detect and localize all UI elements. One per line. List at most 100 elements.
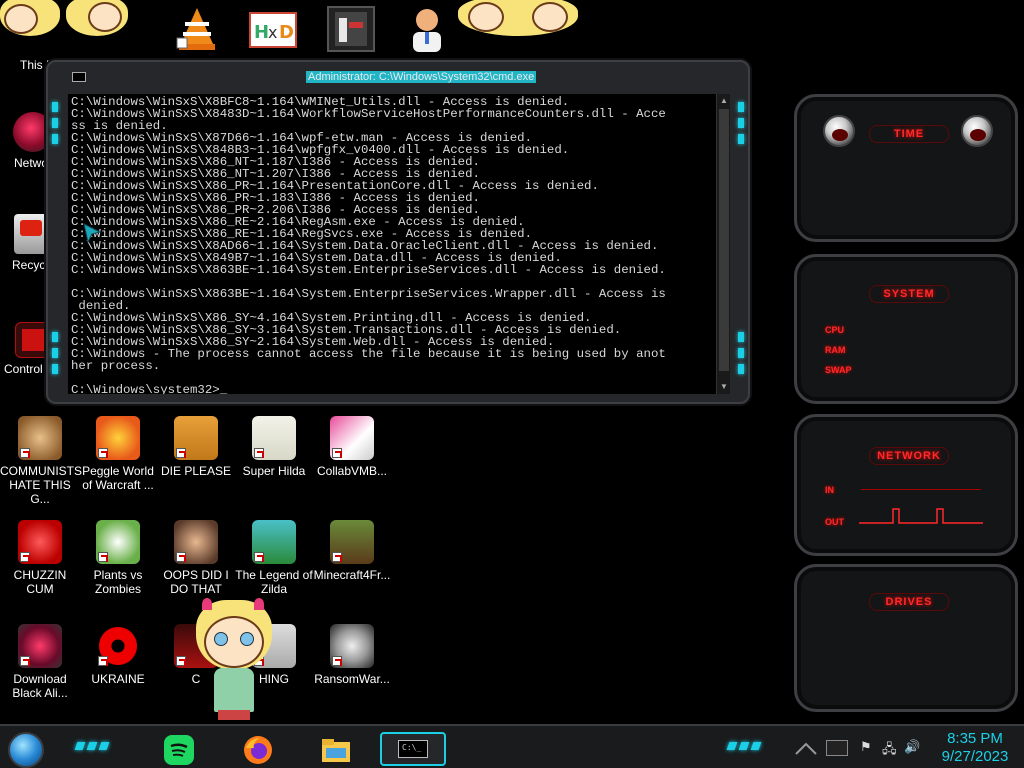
start-button[interactable] [8,732,44,768]
desktop-icon[interactable]: UKRAINE [78,624,158,686]
money-bag-icon [18,416,62,460]
shortcut-arrow-icon [98,656,108,666]
network-in-graph [861,489,981,490]
skull-ransomware-icon [330,624,374,668]
cmd-window[interactable]: Administrator: C:\Windows\System32\cmd.e… [46,60,750,404]
mouse-cursor-icon [83,223,102,244]
portrait-icon [174,520,218,564]
shortcut-arrow-icon [254,552,264,562]
swap-label: SWAP [825,365,852,375]
frame-light [738,364,744,374]
shortcut-arrow-icon [98,448,108,458]
chuzzle-icon [18,520,62,564]
network-tray-icon[interactable]: 🖧 [882,740,897,762]
shortcut-arrow-icon [332,656,342,666]
frame-light [52,102,58,112]
desktop-icon[interactable]: OOPS DID I DO THAT [156,520,236,596]
spotify-icon[interactable] [163,734,195,766]
gadget-system-title: SYSTEM [869,285,949,303]
gadget-system[interactable]: SYSTEM CPU RAM SWAP [794,254,1018,404]
desktop-icon-label: RansomWar... [314,672,390,686]
shortcut-arrow-icon [332,448,342,458]
taskbar-cmd-button[interactable]: C:\_ [380,732,446,766]
console-line: C:\Windows - The process cannot access t… [71,347,666,361]
file-explorer-icon[interactable] [320,734,352,766]
taskbar: C:\_ ⚑ 🖧 🔊 8:35 PM 9/27/2023 [0,724,1024,768]
desktop-icon[interactable]: The Legend of Zilda [234,520,314,596]
shortcut-arrow-icon [98,552,108,562]
desktop: This PC HxD Netwo Recycle Control Admini… [0,0,1024,768]
firefox-icon[interactable] [242,734,274,766]
gadget-network-title: NETWORK [869,447,949,465]
gadget-drives[interactable]: DRIVES [794,564,1018,712]
recycle-bin-icon [14,214,48,254]
taskbar-clock[interactable]: 8:35 PM 9/27/2023 [930,730,1020,766]
desktop-icon[interactable]: COMMUNISTS HATE THIS G... [0,416,82,506]
shortcut-arrow-icon [176,552,186,562]
console-line: C:\Windows\system32>_ [71,383,228,394]
frame-light [738,118,744,128]
desktop-icon[interactable]: DIE PLEASE [156,416,236,478]
shortcut-arrow-icon [176,448,186,458]
flag-tray-icon[interactable]: ⚑ [860,740,872,755]
console-line: C:\Windows\WinSxS\X863BE~1.164\System.En… [71,287,666,301]
ram-label: RAM [825,345,846,355]
cmd-titlebar[interactable]: Administrator: C:\Windows\System32\cmd.e… [68,68,728,86]
desktop-icon-label: Minecraft4Fr... [313,568,391,582]
desktop-icon[interactable]: Super Hilda [234,416,314,478]
gadget-network[interactable]: NETWORK IN OUT [794,414,1018,556]
shortcut-arrow-icon [332,552,342,562]
desktop-icon[interactable]: CollabVMB... [312,416,392,478]
console-scrollbar[interactable]: ▲ ▼ [716,94,730,394]
cmd-window-title: Administrator: C:\Windows\System32\cmd.e… [306,71,537,83]
desktop-icon-label: CHUZZIN CUM [13,568,67,596]
console-output[interactable]: C:\Windows\WinSxS\X8BFC8~1.164\WMINet_Ut… [68,94,716,394]
vlc-icon[interactable] [173,4,221,52]
taskbar-light [86,742,98,750]
plants-vs-zombies-icon [96,520,140,564]
desktop-icon[interactable]: Peggle World of Warcraft ... [78,416,158,492]
desktop-icon-label: OOPS DID I DO THAT [163,568,229,596]
frame-light [52,348,58,358]
scroll-down-arrow-icon[interactable]: ▼ [719,382,729,392]
shortcut-arrow-icon [20,552,30,562]
frame-light [52,118,58,128]
console-line: C:\Windows\WinSxS\X863BE~1.164\System.En… [71,263,666,277]
gadget-time[interactable]: TIME [794,94,1018,242]
cmd-window-icon[interactable] [72,72,86,82]
clock-date: 9/27/2023 [941,748,1009,765]
clock-time: 8:35 PM [947,730,1003,747]
star-character-sticker [188,598,280,722]
star-sticker-icon-3 [458,0,578,52]
alien-logo-icon [823,115,855,147]
desktop-icon[interactable]: RansomWar... [312,624,392,686]
svg-text:x: x [268,23,277,42]
volume-tray-icon[interactable]: 🔊 [904,740,920,755]
console-line: her process. [71,359,161,373]
desktop-icon[interactable]: Download Black Ali... [0,624,80,700]
desktop-icon-label: CollabVMB... [316,464,388,478]
taskbar-light [726,742,738,750]
star-sticker-icon-2 [66,0,128,54]
scroll-thumb[interactable] [719,109,729,371]
scroll-up-arrow-icon[interactable]: ▲ [719,96,729,106]
desktop-icon[interactable]: Minecraft4Fr... [312,520,392,582]
frame-light [738,348,744,358]
desktop-icon[interactable]: Plants vs Zombies [78,520,158,596]
desktop-icon-label: COMMUNISTS HATE THIS G... [0,464,82,506]
desktop-icon[interactable]: CHUZZIN CUM [0,520,80,596]
shortcut-arrow-icon [254,448,264,458]
hxd-icon[interactable]: HxD [249,12,297,48]
show-hidden-icons-icon[interactable] [794,742,818,756]
app-window-icon[interactable] [327,6,375,52]
network-out-graph [859,508,983,524]
frame-light [52,134,58,144]
shortcut-arrow-icon [20,656,30,666]
frame-light [738,332,744,342]
nvidia-tray-icon[interactable] [826,740,848,756]
desktop-icon-label: Plants vs Zombies [93,568,143,596]
cmd-taskbar-icon: C:\_ [398,740,428,758]
shortcut-arrow-icon [176,656,186,666]
peggle-icon [96,416,140,460]
doctor-icon[interactable] [405,4,449,54]
